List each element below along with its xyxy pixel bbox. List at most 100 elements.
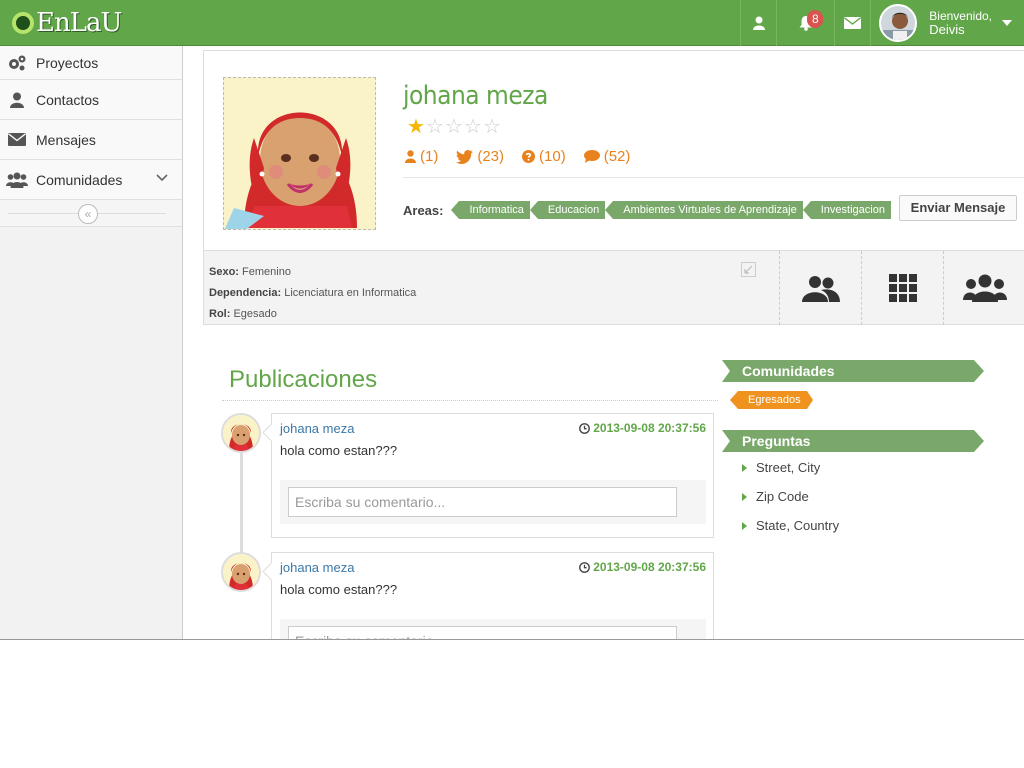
main-content: johana meza ★☆☆☆☆ (1) (23) (10) (52) (184, 46, 1024, 639)
star-icon[interactable]: ☆ (464, 117, 483, 137)
sidebar-item-proyectos[interactable]: Proyectos (0, 46, 182, 80)
sidebar-item-contactos[interactable]: Contactos (0, 80, 182, 120)
rol-label: Rol: (209, 308, 231, 320)
question-item[interactable]: Zip Code (740, 489, 839, 518)
messages-nav-button[interactable] (834, 0, 870, 46)
comment-input[interactable] (288, 487, 677, 517)
author-avatar-image (223, 415, 259, 451)
dependencia-value: Licenciatura en Informatica (284, 287, 417, 299)
top-navbar: EnLaU 8 Bienvenido, Deivis (0, 0, 1024, 46)
rating-stars[interactable]: ★ ☆ ☆ ☆ ☆ (407, 117, 502, 137)
question-item[interactable]: State, Country (740, 518, 839, 547)
post-date: 2013-09-08 20:37:56 (579, 560, 706, 574)
profile-info-band: Sexo: Femenino Dependencia: Licenciatura… (204, 250, 1024, 325)
timeline-line (240, 446, 243, 556)
profile-nav-button[interactable] (740, 0, 776, 46)
questions-stat[interactable]: (10) (522, 148, 566, 165)
logo-text: EnLaU (36, 8, 122, 38)
question-item[interactable]: Street, City (740, 460, 839, 489)
questions-count: (10) (539, 148, 566, 165)
post-card: johana meza 2013-09-08 20:37:56 hola com… (271, 552, 714, 639)
notification-count-badge: 8 (807, 10, 824, 28)
send-message-button[interactable]: Enviar Mensaje (899, 195, 1017, 221)
sexo-value: Femenino (242, 266, 291, 278)
user-avatar (879, 4, 918, 42)
dependencia-label: Dependencia: (209, 287, 282, 299)
divider (403, 177, 1024, 178)
comments-stat[interactable]: (52) (583, 148, 631, 165)
sexo-row: Sexo: Femenino (209, 262, 416, 283)
area-tag[interactable]: Educacion (529, 201, 606, 219)
sidebar-item-label: Mensajes (36, 131, 96, 148)
collapse-sidebar-button[interactable]: « (78, 204, 98, 224)
post-author-avatar[interactable] (221, 413, 261, 453)
tab-contacts[interactable] (779, 251, 861, 325)
post-date-text: 2013-09-08 20:37:56 (593, 421, 706, 435)
comment-icon (583, 150, 600, 163)
twitter-stat[interactable]: (23) (456, 148, 504, 165)
app-logo[interactable]: EnLaU (12, 6, 122, 40)
area-tag[interactable]: Ambientes Virtuales de Aprendizaje (605, 201, 803, 219)
star-icon[interactable]: ★ (407, 117, 426, 137)
comment-area (280, 480, 706, 524)
post-message: hola como estan??? (280, 443, 398, 458)
gears-icon (6, 53, 28, 73)
area-tag[interactable]: Investigacion (802, 201, 891, 219)
followers-count: (1) (420, 148, 439, 165)
dependencia-row: Dependencia: Licenciatura en Informatica (209, 283, 416, 304)
expand-icon[interactable] (741, 262, 756, 277)
chevron-down-icon (156, 174, 168, 182)
post-date: 2013-09-08 20:37:56 (579, 421, 706, 435)
author-avatar-image (223, 554, 259, 590)
communities-widget-title: Comunidades (722, 360, 984, 382)
area-tag[interactable]: Informatica (451, 201, 530, 219)
user-group-icon (801, 276, 840, 302)
comment-input[interactable] (288, 626, 677, 639)
sidebar-item-label: Contactos (36, 91, 100, 108)
rol-row: Rol: Egesado (209, 304, 416, 325)
sidebar-item-label: Proyectos (36, 54, 99, 71)
user-icon (752, 16, 765, 30)
sidebar-item-comunidades[interactable]: Comunidades (0, 160, 182, 200)
star-icon[interactable]: ☆ (483, 117, 502, 137)
user-icon (405, 150, 416, 163)
post-author-avatar[interactable] (221, 552, 261, 592)
clock-icon (579, 561, 591, 573)
post-author[interactable]: johana meza (280, 421, 354, 436)
divider (222, 400, 718, 401)
questions-list: Street, City Zip Code State, Country (740, 460, 839, 547)
question-text: Street, City (756, 460, 821, 475)
user-photo-image (881, 6, 916, 40)
tab-communities[interactable] (943, 251, 1024, 325)
profile-stats: (1) (23) (10) (52) (405, 148, 648, 165)
question-text: State, Country (756, 518, 840, 533)
greeting-text: Bienvenido, (929, 9, 992, 23)
app-viewport: EnLaU 8 Bienvenido, Deivis Proyectos Con… (0, 0, 1024, 640)
areas-row: Areas: Informatica Educacion Ambientes V… (403, 201, 891, 219)
cartoon-avatar-image (224, 78, 375, 229)
star-icon[interactable]: ☆ (445, 117, 464, 137)
questions-widget-title: Preguntas (722, 430, 984, 452)
post-author[interactable]: johana meza (280, 560, 354, 575)
followers-stat[interactable]: (1) (405, 148, 438, 165)
community-tag[interactable]: Egresados (730, 391, 813, 409)
chevron-down-icon (1002, 20, 1012, 26)
twitter-count: (23) (477, 148, 505, 165)
star-icon[interactable]: ☆ (426, 117, 445, 137)
sidebar-collapse-row: « (0, 200, 182, 227)
navbar-right: 8 Bienvenido, Deivis (740, 0, 1024, 46)
user-menu[interactable]: Bienvenido, Deivis (870, 0, 1024, 46)
logo-ring-icon (12, 12, 34, 34)
users-icon (6, 170, 28, 190)
comments-count: (52) (603, 148, 631, 165)
profile-tabs (779, 251, 1024, 325)
sidebar: Proyectos Contactos Mensajes Comunidades… (0, 46, 183, 639)
twitter-icon (456, 149, 474, 164)
caret-right-icon (742, 493, 747, 501)
tab-grid[interactable] (861, 251, 943, 325)
profile-name: johana meza (403, 81, 548, 111)
profile-avatar[interactable] (223, 77, 376, 230)
notifications-button[interactable]: 8 (776, 0, 834, 46)
sidebar-item-mensajes[interactable]: Mensajes (0, 120, 182, 160)
areas-label: Areas: (403, 202, 444, 218)
